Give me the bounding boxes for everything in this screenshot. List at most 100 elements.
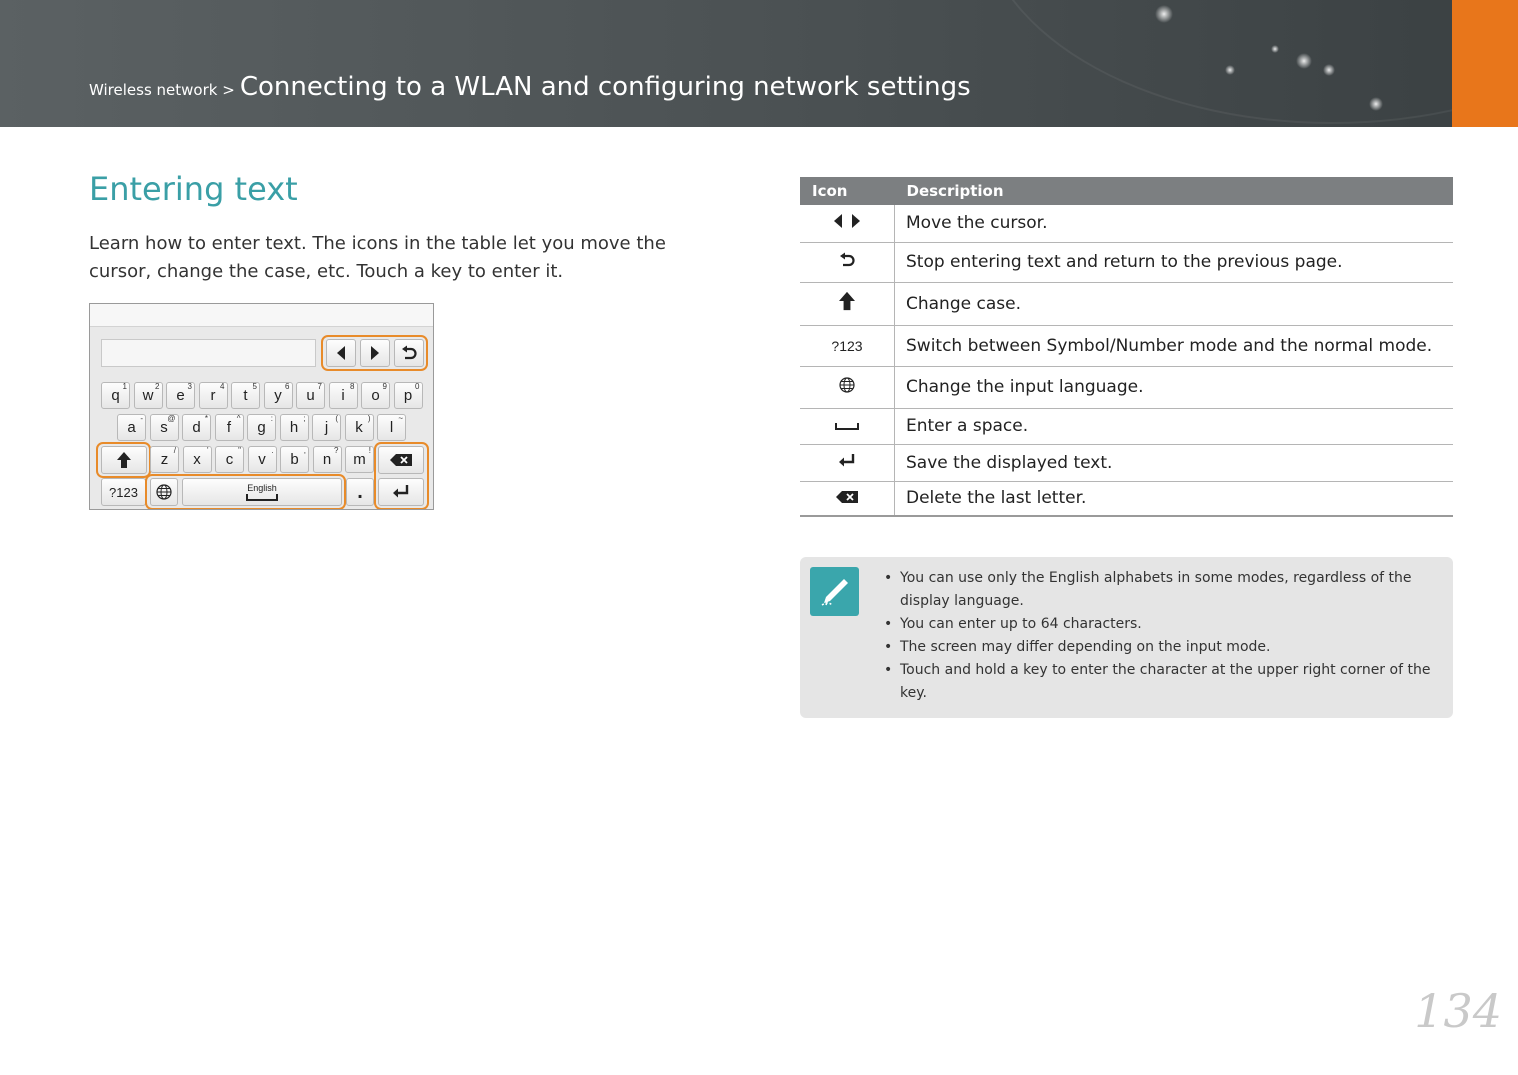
period-key-label: . [357,480,363,503]
table-cell-icon: ?123 [800,325,895,367]
key-alt-label: ~ [398,414,403,423]
key-label: y [274,387,282,404]
key-u: u7 [296,382,325,409]
return-icon [840,252,855,266]
key-label: x [193,451,201,468]
key-alt-label: @ [167,414,176,423]
key-label: n [322,451,332,468]
key-alt-label: 0 [415,382,420,391]
key-b: b, [280,446,309,473]
key-alt-label: ( [335,414,338,423]
mode-key-label: ?123 [831,337,863,354]
key-a: a- [117,414,146,441]
key-alt-label: 9 [382,382,387,391]
key-alt-label: : [270,414,273,423]
table-cell-description: Enter a space. [894,408,1453,445]
key-c: c " [215,446,244,473]
key-alt-label: 5 [252,382,257,391]
light-orb [1155,5,1173,23]
key-p: p0 [393,382,423,409]
table-row: Save the displayed text. [800,444,1453,482]
table-cell-icon [800,205,895,243]
key-label: g [257,419,266,436]
key-z: z / [150,446,179,473]
section-heading: Entering text [89,170,298,208]
intro-paragraph: Learn how to enter text. The icons in th… [89,233,666,282]
list-item: You can use only the English alphabets i… [884,567,1440,613]
key-alt-label: - [140,414,143,423]
key-o: o9 [361,382,390,409]
cursor-right-icon [852,214,860,229]
key-alt-label: 2 [155,382,160,391]
icon-table: Icon Description Move the cursor. Stop e… [800,177,1453,517]
table-header-icon: Icon [800,177,895,205]
key-w: w2 [133,382,163,409]
table-row: Change the input language. [800,366,1453,409]
key-label: w [142,387,154,404]
breadcrumb-section: Wireless network > [89,81,235,99]
key-g: g: [247,414,276,441]
list-item: You can enter up to 64 characters. [884,613,1440,636]
table-cell-icon [800,444,895,482]
key-i: i8 [328,382,358,409]
table-cell-icon [800,481,895,517]
key-t: t5 [231,382,260,409]
header-decoration [980,0,1518,124]
key-r: r4 [198,382,228,409]
key-label: c [225,451,234,468]
key-label: m [353,451,366,468]
table-cell-description: Change the input language. [894,366,1453,409]
key-d: d * [182,414,211,441]
table-cell-description: Save the displayed text. [894,444,1453,482]
key-label: a [127,419,136,436]
page-number: 134 [1414,984,1502,1038]
light-orb [1369,97,1383,111]
table-header-description: Description [894,177,1453,205]
breadcrumb: Wireless network > Connecting to a WLAN … [89,72,971,102]
space-icon [835,423,859,430]
key-alt-label: " [238,446,241,455]
table-cell-description: Move the cursor. [894,205,1453,243]
key-l: l ~ [377,414,406,441]
light-orb [1296,53,1312,69]
key-label: u [306,387,315,404]
key-alt-label: ? [334,446,339,455]
table-cell-description: Delete the last letter. [894,481,1453,517]
key-label: b [290,451,299,468]
key-q: q1 [101,382,130,409]
pen-note-icon [821,578,848,606]
highlight-language-space-keys [145,474,346,509]
key-alt-label: ) [367,414,371,423]
keyboard-screenshot: ?123 English . q 1 w 2 e 3 r 4 t 5 y 6 u 7 i 8 o 9 p 0 a - s @ d… [89,303,434,510]
key-label: d [192,419,201,436]
key-alt-label: . [271,446,274,455]
key-y: y6 [263,382,293,409]
key-alt-label: / [173,446,176,455]
shift-icon [839,291,855,311]
key-label: l [389,419,394,436]
key-alt-label: * [204,414,208,423]
page-title: Connecting to a WLAN and configuring net… [239,72,971,102]
cursor-left-icon [834,214,842,229]
key-label: f [226,419,232,436]
key-label: e [176,387,185,404]
text-entry-field [101,339,316,367]
light-orb [1323,64,1335,76]
keyboard-top-bar [90,304,433,327]
key-e: e3 [166,382,195,409]
highlight-shift-key [96,442,151,478]
highlight-backspace-enter-keys [374,442,429,509]
table-cell-icon [800,282,895,326]
key-label: t [243,387,248,404]
key-label: r [210,387,216,404]
table-cell-description: Switch between Symbol/Number mode and th… [894,325,1453,367]
table-row: Move the cursor. [800,205,1453,243]
light-orb [1271,45,1279,53]
key-label: o [371,387,380,404]
key-alt-label: ; [303,414,306,423]
table-row: Stop entering text and return to the pre… [800,242,1453,283]
note-badge [810,567,859,616]
table-cell-icon [800,242,895,283]
key-label: z [160,451,169,468]
list-item: The screen may differ depending on the i… [884,636,1440,659]
